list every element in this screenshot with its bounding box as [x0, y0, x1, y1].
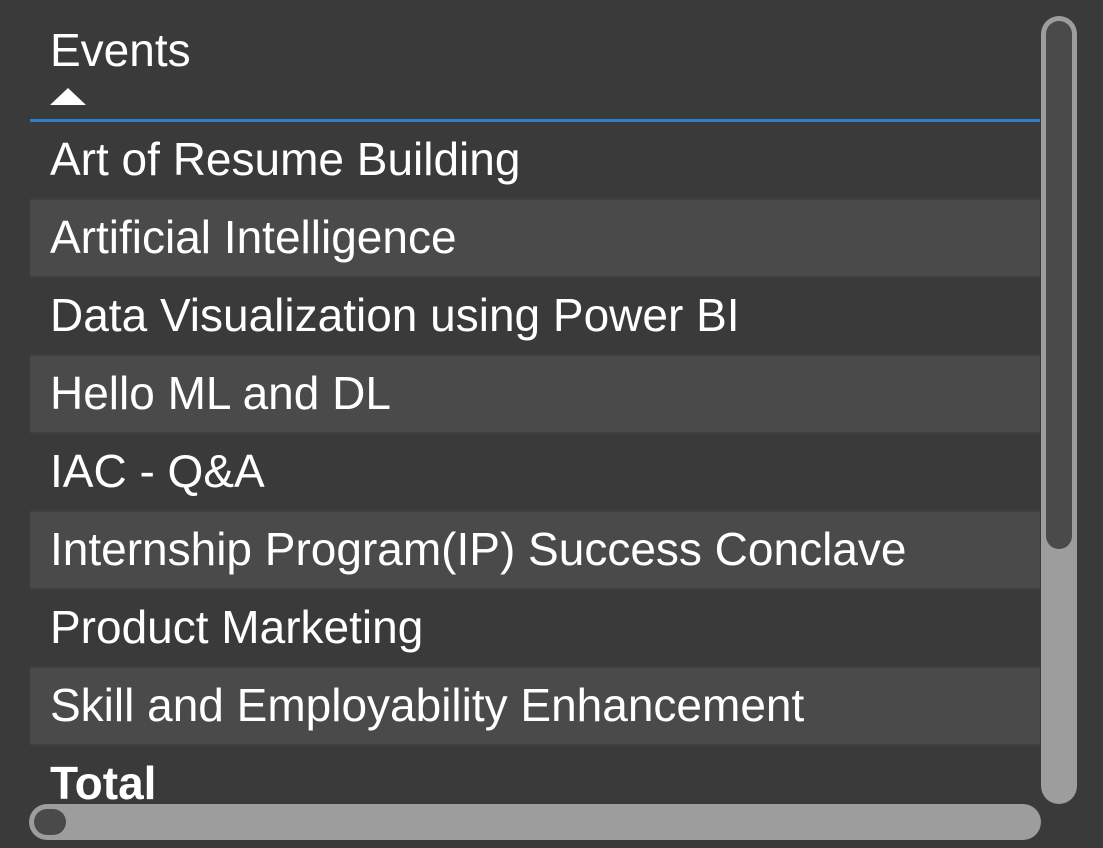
table-cell-event: IAC - Q&A — [50, 445, 265, 497]
table-cell-event: Hello ML and DL — [50, 367, 391, 419]
table-total-row: Total — [30, 746, 1040, 800]
vertical-scrollbar-thumb[interactable] — [1046, 21, 1072, 549]
table-row[interactable]: IAC - Q&A — [30, 434, 1040, 512]
table-row[interactable]: Internship Program(IP) Success Conclave — [30, 512, 1040, 590]
table-row[interactable]: Art of Resume Building — [30, 122, 1040, 200]
sort-ascending-icon[interactable] — [50, 88, 86, 105]
events-table: Events Art of Resume Building Artificial… — [30, 0, 1040, 800]
table-row[interactable]: Hello ML and DL — [30, 356, 1040, 434]
column-header-label: Events — [50, 24, 191, 76]
vertical-scrollbar[interactable] — [1041, 16, 1077, 804]
table-cell-event: Artificial Intelligence — [50, 211, 457, 263]
table-cell-event: Skill and Employability Enhancement — [50, 679, 805, 731]
table-row[interactable]: Data Visualization using Power BI — [30, 278, 1040, 356]
table-body: Art of Resume Building Artificial Intell… — [30, 122, 1040, 800]
table-row[interactable]: Artificial Intelligence — [30, 200, 1040, 278]
total-label: Total — [50, 757, 157, 800]
table-cell-event: Internship Program(IP) Success Conclave — [50, 523, 907, 575]
column-header-events[interactable]: Events — [30, 0, 1040, 122]
horizontal-scrollbar[interactable] — [29, 804, 1041, 840]
table-row[interactable]: Skill and Employability Enhancement — [30, 668, 1040, 746]
table-cell-event: Product Marketing — [50, 601, 424, 653]
horizontal-scrollbar-thumb[interactable] — [34, 809, 66, 835]
table-row[interactable]: Product Marketing — [30, 590, 1040, 668]
table-cell-event: Data Visualization using Power BI — [50, 289, 740, 341]
table-cell-event: Art of Resume Building — [50, 133, 521, 185]
